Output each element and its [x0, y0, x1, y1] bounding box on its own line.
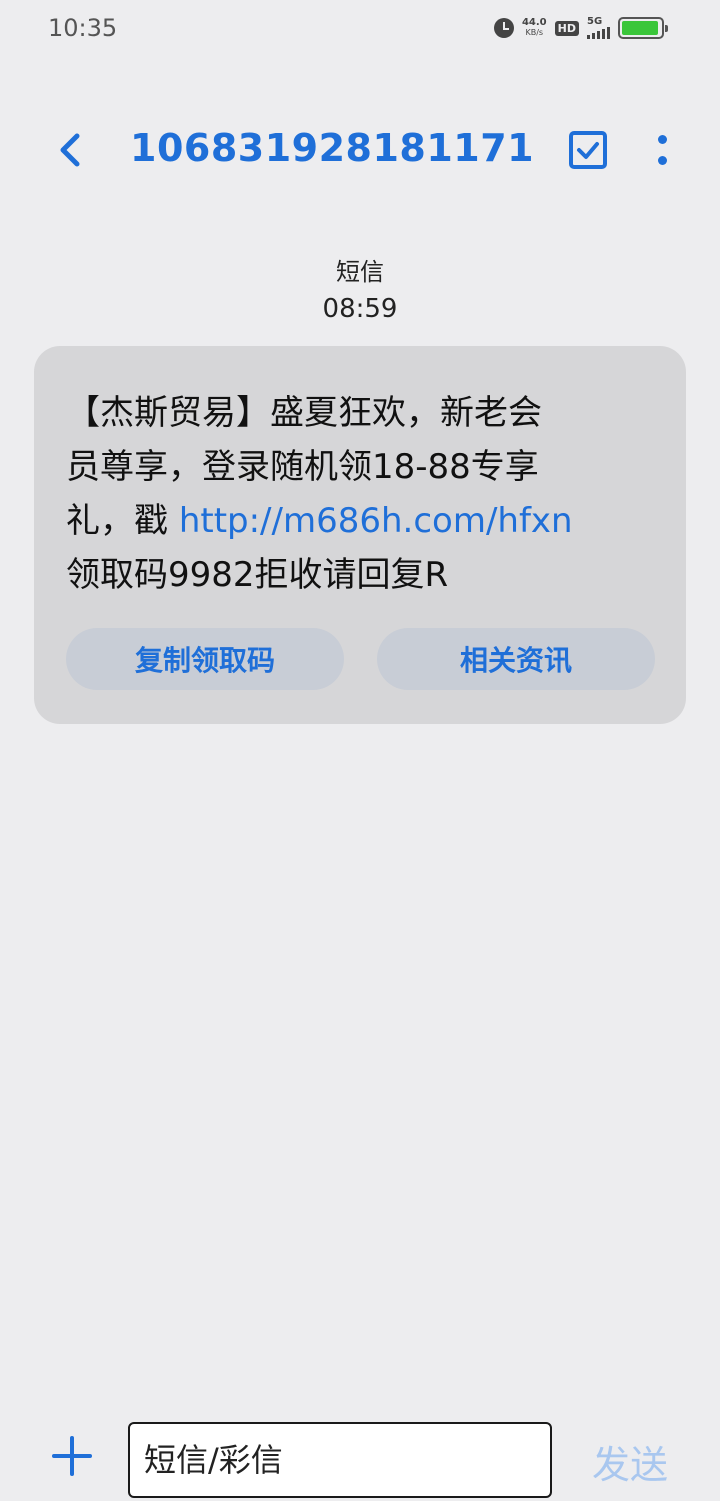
copy-code-button[interactable]: 复制领取码: [66, 628, 344, 690]
compose-bar: 发送: [0, 1414, 720, 1501]
message-meta: 短信 08:59: [0, 254, 720, 328]
message-body: 【杰斯贸易】盛夏狂欢，新老会 员尊享，登录随机领18-88专享 礼，戳 http…: [66, 386, 666, 602]
net-speed-unit: KB/s: [525, 28, 544, 37]
messages-screen: 10:35 44.0 KB/s HD 5G 106831928181171 短信…: [0, 0, 720, 1501]
plus-icon[interactable]: [50, 1434, 94, 1478]
net-speed-value: 44.0: [521, 17, 547, 28]
more-options-button[interactable]: [644, 126, 680, 174]
select-messages-button[interactable]: [566, 128, 610, 172]
message-line-2: 员尊享，登录随机领18-88专享: [66, 447, 539, 487]
message-line-3-prefix: 礼，戳: [66, 501, 179, 541]
checkbox-icon: [569, 131, 607, 169]
send-button[interactable]: 发送: [592, 1434, 668, 1489]
network-type-label: 5G: [587, 16, 603, 27]
status-icons: 44.0 KB/s HD 5G: [493, 14, 668, 42]
alarm-icon: [493, 18, 514, 38]
message-time: 08:59: [322, 294, 398, 324]
message-line-3: 礼，戳 http://m686h.com/hfxn: [66, 494, 666, 548]
message-line-4: 领取码9982拒收请回复R: [66, 555, 449, 595]
conversation-header: 106831928181171: [0, 110, 720, 190]
battery-level-fill: [622, 21, 659, 35]
message-line-1: 【杰斯贸易】盛夏狂欢，新老会: [66, 393, 542, 433]
more-vertical-icon: [657, 135, 667, 144]
signal-bars-icon: [587, 27, 610, 39]
conversation-title: 106831928181171: [130, 126, 535, 170]
network-speed: 44.0 KB/s: [522, 18, 547, 38]
message-type-label: 短信: [336, 258, 384, 286]
battery-icon: [618, 17, 668, 39]
message-input[interactable]: [128, 1422, 552, 1498]
related-info-button[interactable]: 相关资讯: [377, 628, 655, 690]
hd-badge: HD: [554, 20, 579, 36]
message-link[interactable]: http://m686h.com/hfxn: [179, 501, 573, 541]
back-button[interactable]: [50, 128, 90, 172]
chevron-left-icon: [60, 133, 80, 167]
signal-indicator: 5G: [587, 17, 610, 39]
message-bubble[interactable]: 【杰斯贸易】盛夏狂欢，新老会 员尊享，登录随机领18-88专享 礼，戳 http…: [34, 346, 686, 724]
status-time: 10:35: [48, 14, 118, 42]
status-bar: 10:35 44.0 KB/s HD 5G: [0, 0, 720, 56]
